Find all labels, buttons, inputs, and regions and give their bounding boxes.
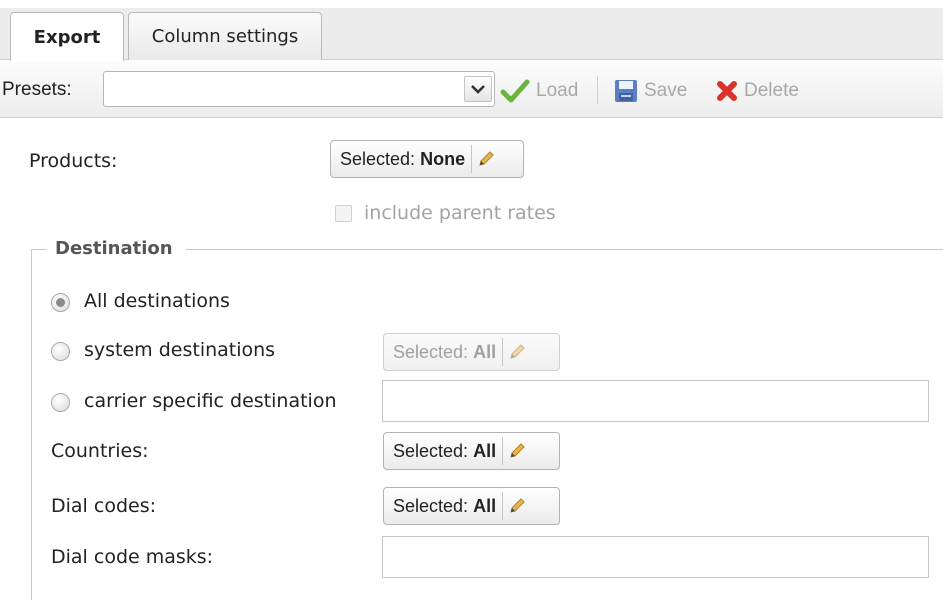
pencil-icon[interactable] bbox=[503, 338, 531, 366]
save-button[interactable]: Save bbox=[614, 78, 687, 104]
tab-export[interactable]: Export bbox=[10, 12, 124, 61]
system-selector-text: Selected: All bbox=[384, 342, 500, 363]
dial-code-masks-label: Dial code masks: bbox=[51, 546, 214, 568]
dial-codes-selector-text: Selected: All bbox=[384, 496, 500, 517]
products-selector-prefix: Selected: bbox=[340, 148, 416, 169]
system-destinations-label: system destinations bbox=[84, 339, 276, 361]
radio-all-destinations[interactable] bbox=[51, 293, 70, 312]
presets-combobox[interactable] bbox=[103, 71, 495, 107]
all-destinations-label: All destinations bbox=[84, 290, 230, 312]
products-selector-button[interactable]: Selected: None bbox=[330, 140, 524, 178]
load-button[interactable]: Load bbox=[500, 78, 578, 104]
floppy-disk-icon bbox=[615, 80, 637, 102]
countries-selector-button[interactable]: Selected: All bbox=[383, 432, 560, 470]
countries-selector-text: Selected: All bbox=[384, 441, 500, 462]
include-parent-rates-label: include parent rates bbox=[364, 202, 556, 224]
carrier-specific-destination-label: carrier specific destination bbox=[84, 390, 337, 412]
check-icon bbox=[500, 79, 530, 103]
dial-codes-selector-button[interactable]: Selected: All bbox=[383, 487, 560, 525]
toolbar-separator bbox=[597, 76, 598, 104]
tab-column-settings-label: Column settings bbox=[151, 26, 299, 47]
products-selector-text: Selected: None bbox=[331, 149, 469, 170]
chevron-down-icon bbox=[471, 85, 485, 94]
load-label: Load bbox=[536, 80, 579, 101]
fieldset-border bbox=[31, 249, 32, 600]
countries-selector-value: All bbox=[473, 440, 497, 461]
presets-label: Presets: bbox=[2, 79, 72, 100]
fieldset-border bbox=[186, 249, 943, 250]
radio-system-destinations[interactable] bbox=[51, 342, 70, 361]
radio-carrier-specific-destination[interactable] bbox=[51, 393, 70, 412]
dial-codes-label: Dial codes: bbox=[51, 495, 156, 517]
fieldset-border bbox=[31, 249, 47, 250]
tab-export-label: Export bbox=[33, 26, 101, 48]
pencil-icon[interactable] bbox=[503, 437, 531, 465]
x-icon bbox=[717, 81, 737, 101]
destination-legend: Destination bbox=[55, 238, 173, 259]
countries-selector-prefix: Selected: bbox=[393, 440, 469, 461]
system-selector-prefix: Selected: bbox=[393, 341, 469, 362]
presets-toolbar: Presets: Load Save Delete bbox=[0, 61, 943, 118]
dial-codes-selector-value: All bbox=[473, 495, 497, 516]
carrier-specific-destination-input[interactable] bbox=[382, 380, 929, 422]
save-label: Save bbox=[644, 80, 688, 101]
include-parent-rates-checkbox[interactable] bbox=[335, 205, 352, 222]
system-selector-value: All bbox=[473, 341, 497, 362]
pencil-icon[interactable] bbox=[472, 145, 500, 173]
products-label: Products: bbox=[29, 150, 118, 172]
export-panel: Export Column settings Presets: Load Sav… bbox=[0, 0, 943, 600]
tab-column-settings[interactable]: Column settings bbox=[128, 12, 322, 60]
presets-dropdown-button[interactable] bbox=[464, 76, 492, 102]
dial-codes-selector-prefix: Selected: bbox=[393, 495, 469, 516]
delete-button[interactable]: Delete bbox=[716, 78, 799, 104]
dial-code-masks-input[interactable] bbox=[382, 536, 929, 578]
countries-label: Countries: bbox=[51, 440, 149, 462]
system-destinations-selector-button[interactable]: Selected: All bbox=[383, 333, 560, 371]
presets-input[interactable] bbox=[104, 72, 460, 106]
delete-label: Delete bbox=[744, 80, 799, 101]
pencil-icon[interactable] bbox=[503, 492, 531, 520]
products-selector-value: None bbox=[420, 148, 466, 169]
tab-strip: Export Column settings bbox=[0, 8, 943, 61]
